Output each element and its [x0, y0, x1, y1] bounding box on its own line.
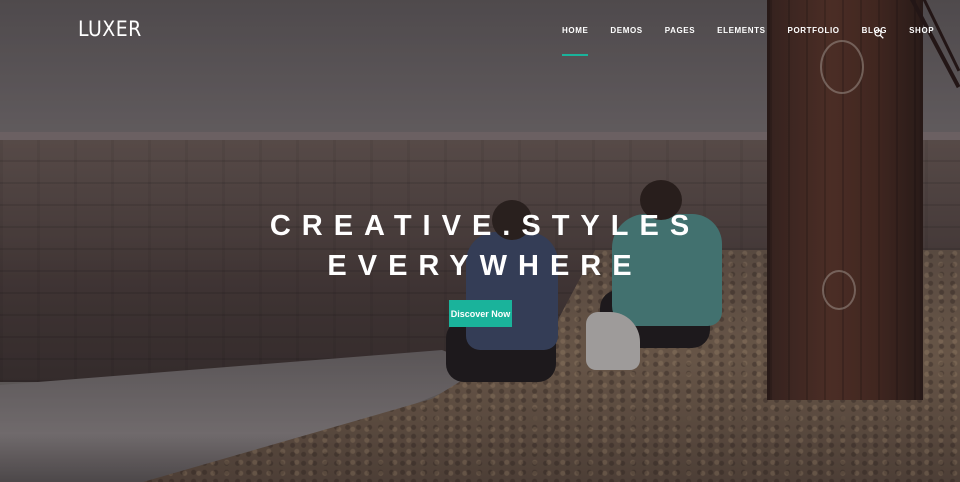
nav-item-portfolio[interactable]: PORTFOLIO	[788, 26, 840, 35]
nav-item-elements[interactable]: ELEMENTS	[717, 26, 765, 35]
hero-section: LUXER HOME DEMOS PAGES ELEMENTS PORTFOLI…	[0, 0, 960, 482]
discover-now-button[interactable]: Discover Now	[449, 300, 512, 327]
nav-item-shop[interactable]: SHOP	[909, 26, 934, 35]
search-icon[interactable]	[874, 26, 884, 39]
hero-headline-line-2: EVERYWHERE	[327, 250, 643, 282]
nav-item-home[interactable]: HOME	[562, 26, 589, 56]
hero-headline: CREATIVE.STYLES EVERYWHERE	[0, 206, 960, 286]
site-header: LUXER HOME DEMOS PAGES ELEMENTS PORTFOLI…	[0, 0, 960, 62]
nav-item-pages[interactable]: PAGES	[665, 26, 695, 35]
nav-item-demos[interactable]: DEMOS	[610, 26, 642, 35]
hero-headline-line-1: CREATIVE.STYLES	[269, 210, 701, 242]
main-nav: HOME DEMOS PAGES ELEMENTS PORTFOLIO BLOG…	[562, 26, 956, 56]
site-logo[interactable]: LUXER	[78, 17, 142, 41]
